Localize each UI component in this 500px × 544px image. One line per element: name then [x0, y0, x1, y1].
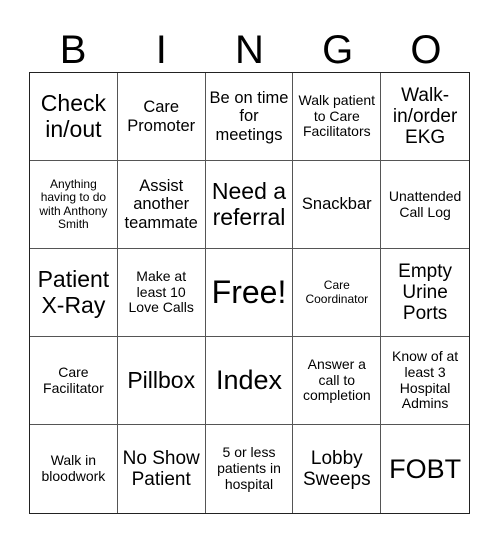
- bingo-cell[interactable]: Answer a call to completion: [293, 337, 382, 425]
- bingo-cell[interactable]: Assist another teammate: [117, 161, 206, 249]
- bingo-cell[interactable]: Unattended Call Log: [381, 161, 469, 249]
- bingo-cell[interactable]: Walk in bloodwork: [30, 425, 118, 513]
- bingo-cell[interactable]: 5 or less patients in hospital: [206, 425, 294, 513]
- bingo-cell[interactable]: Care Coordinator: [293, 249, 382, 337]
- header-letter-n: N: [235, 28, 264, 72]
- bingo-cell[interactable]: Care Promoter: [117, 73, 206, 161]
- bingo-cell[interactable]: Care Facilitator: [30, 337, 118, 425]
- bingo-cell[interactable]: Walk-in/order EKG: [381, 73, 469, 161]
- free-space-cell[interactable]: Free!: [205, 249, 294, 337]
- header-letter-i: I: [155, 28, 167, 72]
- bingo-cell[interactable]: Check in/out: [30, 73, 118, 161]
- header-letter-g: G: [322, 28, 354, 72]
- bingo-cell[interactable]: Pillbox: [117, 337, 206, 425]
- bingo-cell[interactable]: Index: [205, 337, 294, 425]
- bingo-board: Check in/out Care Promoter Be on time fo…: [29, 72, 470, 514]
- bingo-cell[interactable]: FOBT: [381, 425, 469, 513]
- bingo-header: B I N G O: [29, 28, 470, 72]
- bingo-cell[interactable]: Walk patient to Care Facilitators: [293, 73, 382, 161]
- header-letter-o: O: [410, 28, 442, 72]
- bingo-cell[interactable]: Empty Urine Ports: [381, 249, 469, 337]
- bingo-cell[interactable]: Patient X-Ray: [30, 249, 118, 337]
- bingo-cell[interactable]: Anything having to do with Anthony Smith: [30, 161, 118, 249]
- header-letter-b: B: [59, 28, 87, 72]
- bingo-cell[interactable]: No Show Patient: [118, 425, 206, 513]
- bingo-cell[interactable]: Make at least 10 Love Calls: [117, 249, 206, 337]
- bingo-cell[interactable]: Know of at least 3 Hospital Admins: [381, 337, 469, 425]
- bingo-cell[interactable]: Snackbar: [293, 161, 382, 249]
- bingo-cell[interactable]: Need a referral: [205, 161, 294, 249]
- bingo-cell[interactable]: Be on time for meetings: [205, 73, 294, 161]
- bingo-cell[interactable]: Lobby Sweeps: [293, 425, 382, 513]
